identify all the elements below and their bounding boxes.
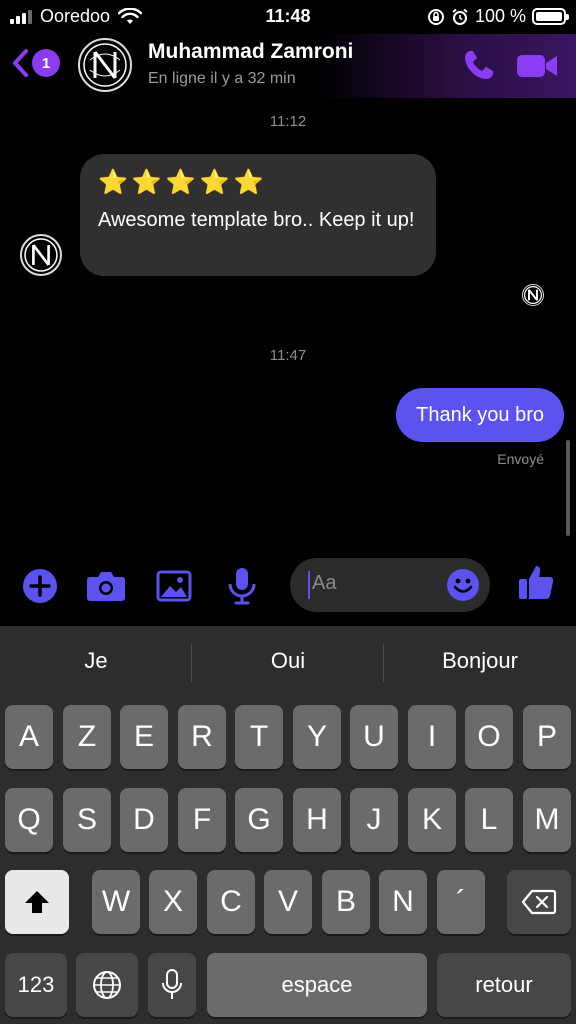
key-e[interactable]: E	[120, 705, 168, 769]
key-y[interactable]: Y	[293, 705, 341, 769]
message-input-placeholder: Aa	[312, 572, 337, 594]
key-n[interactable]: N	[379, 870, 427, 934]
orientation-lock-icon	[427, 8, 444, 25]
battery-percent: 100 %	[474, 6, 526, 26]
key-q[interactable]: Q	[5, 788, 53, 852]
timestamp-divider: 11:47	[269, 347, 307, 364]
key-u[interactable]: U	[350, 705, 398, 769]
space-key[interactable]: espace	[207, 953, 427, 1017]
key-v[interactable]: V	[264, 870, 312, 934]
message-composer: Aa	[0, 556, 576, 616]
like-button[interactable]	[516, 562, 556, 602]
microphone-icon	[162, 969, 182, 999]
back-button[interactable]: 1	[10, 48, 60, 78]
suggestion-3[interactable]: Bonjour	[384, 648, 576, 674]
battery-icon	[532, 8, 569, 25]
key-g[interactable]: G	[235, 788, 283, 852]
star-emoji-icon: ⭐	[131, 169, 162, 196]
numbers-key[interactable]: 123	[5, 953, 67, 1017]
key-acute-accent[interactable]: ´	[437, 870, 485, 934]
status-right-group: 100 %	[427, 6, 569, 27]
key-z[interactable]: Z	[63, 705, 111, 769]
key-l[interactable]: L	[465, 788, 513, 852]
backspace-icon	[521, 889, 557, 915]
key-s[interactable]: S	[63, 788, 111, 852]
seen-indicator-avatar	[522, 284, 544, 306]
plus-icon	[23, 569, 57, 603]
key-o[interactable]: O	[465, 705, 513, 769]
camera-icon	[87, 572, 125, 601]
star-emoji-icon: ⭐	[165, 169, 196, 196]
text-caret	[308, 571, 310, 599]
key-f[interactable]: F	[178, 788, 226, 852]
contact-name[interactable]: Muhammad Zamroni	[148, 40, 353, 64]
status-bar: Ooredoo 11:48 100 %	[0, 0, 576, 34]
key-k[interactable]: K	[408, 788, 456, 852]
microphone-icon	[228, 568, 256, 605]
more-actions-button[interactable]	[20, 566, 60, 606]
key-i[interactable]: I	[408, 705, 456, 769]
key-c[interactable]: C	[207, 870, 255, 934]
voice-message-button[interactable]	[222, 566, 262, 606]
key-x[interactable]: X	[149, 870, 197, 934]
star-emoji-row: ⭐ ⭐ ⭐ ⭐ ⭐	[98, 168, 418, 202]
key-d[interactable]: D	[120, 788, 168, 852]
phone-icon[interactable]	[462, 48, 496, 82]
sender-avatar[interactable]	[20, 234, 62, 276]
key-h[interactable]: H	[293, 788, 341, 852]
key-a[interactable]: A	[5, 705, 53, 769]
shift-key[interactable]	[5, 870, 69, 934]
scrollbar[interactable]	[566, 440, 570, 536]
star-emoji-icon: ⭐	[199, 169, 230, 196]
contact-avatar[interactable]	[78, 38, 132, 92]
key-b[interactable]: B	[322, 870, 370, 934]
key-t[interactable]: T	[235, 705, 283, 769]
image-icon	[156, 570, 192, 602]
camera-button[interactable]	[86, 566, 126, 606]
video-camera-icon[interactable]	[516, 52, 558, 80]
return-key[interactable]: retour	[437, 953, 571, 1017]
unread-badge: 1	[32, 49, 60, 77]
presence-status: En ligne il y a 32 min	[148, 70, 296, 87]
globe-key[interactable]	[76, 953, 138, 1017]
incoming-message-bubble[interactable]: ⭐ ⭐ ⭐ ⭐ ⭐ Awesome template bro.. Keep it…	[80, 154, 436, 276]
incoming-message-text: Awesome template bro.. Keep it up!	[98, 209, 415, 231]
star-emoji-icon: ⭐	[98, 169, 128, 196]
timestamp-divider: 11:12	[269, 113, 307, 130]
message-input[interactable]: Aa	[290, 558, 490, 612]
key-p[interactable]: P	[523, 705, 571, 769]
key-w[interactable]: W	[92, 870, 140, 934]
key-m[interactable]: M	[523, 788, 571, 852]
conversation-header: 1 Muhammad Zamroni En ligne il y a 32 mi…	[0, 34, 576, 98]
globe-icon	[93, 971, 121, 999]
key-r[interactable]: R	[178, 705, 226, 769]
backspace-key[interactable]	[507, 870, 571, 934]
star-emoji-icon: ⭐	[233, 169, 264, 196]
delivery-status: Envoyé	[497, 451, 544, 467]
back-chevron-icon	[13, 49, 28, 77]
suggestion-1[interactable]: Je	[0, 648, 192, 674]
dictation-key[interactable]	[148, 953, 196, 1017]
outgoing-message-bubble[interactable]: Thank you bro	[396, 388, 564, 442]
key-j[interactable]: J	[350, 788, 398, 852]
shift-arrow-icon	[25, 891, 49, 913]
gallery-button[interactable]	[154, 566, 194, 606]
suggestion-2[interactable]: Oui	[192, 648, 384, 674]
predictive-bar: Je Oui Bonjour	[0, 626, 576, 700]
keyboard: Je Oui Bonjour A Z E R T Y U I O P Q S D…	[0, 626, 576, 1024]
thumbs-up-icon	[519, 566, 554, 599]
alarm-icon	[452, 8, 468, 25]
emoji-icon[interactable]	[446, 568, 480, 602]
